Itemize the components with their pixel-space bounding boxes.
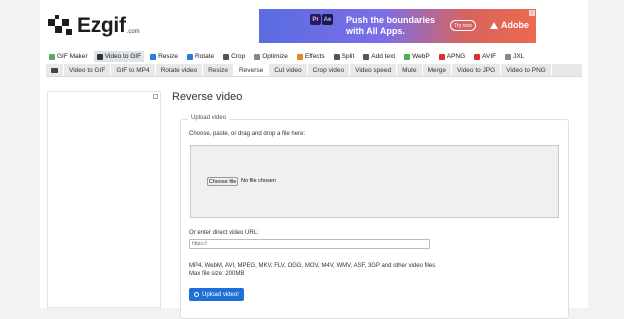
main-nav-effects[interactable]: Effects xyxy=(294,51,328,62)
adobe-logo-icon xyxy=(490,21,498,29)
ad-headline-line2: with All Apps. xyxy=(346,26,405,36)
main-nav: GIF Maker Video to GIF Resize Rotate Crop Opt… xyxy=(46,50,582,63)
avif-icon xyxy=(474,53,481,60)
main-nav-label: Video to GIF xyxy=(104,53,142,60)
sub-nav-cut-video[interactable]: Cut video xyxy=(269,64,308,76)
ad-cta-button[interactable]: Try now xyxy=(450,20,476,31)
video-camera-icon xyxy=(46,64,64,76)
main-nav-label: Effects xyxy=(304,53,325,60)
file-status: No file chosen xyxy=(241,178,276,184)
split-icon xyxy=(333,53,340,60)
main-nav-label: Crop xyxy=(231,53,246,60)
sub-nav-video-speed[interactable]: Video speed xyxy=(350,64,398,76)
sub-nav-merge[interactable]: Merge xyxy=(423,64,453,76)
optimize-icon xyxy=(254,53,261,60)
sub-nav: Video to GIF GIF to MP4 Rotate video Resize… xyxy=(46,64,582,77)
crop-icon xyxy=(223,53,230,60)
max-file-size: Max file size: 200MB xyxy=(189,271,245,277)
sub-nav-gif-to-mp4[interactable]: GIF to MP4 xyxy=(111,64,156,76)
main-nav-label: JXL xyxy=(513,53,525,60)
main-nav-label: Resize xyxy=(158,53,178,60)
sub-nav-video-to-jpg[interactable]: Video to JPG xyxy=(452,64,502,76)
choose-file-label: Choose, paste, or drag and drop a file h… xyxy=(189,131,306,137)
main-nav-rotate[interactable]: Rotate xyxy=(184,51,217,62)
sub-nav-resize[interactable]: Resize xyxy=(203,64,234,76)
gif-maker-icon xyxy=(49,53,55,60)
main-nav-label: AVIF xyxy=(482,53,497,60)
logo-text: Ezgif xyxy=(77,14,126,37)
main-nav-optimize[interactable]: Optimize xyxy=(251,51,291,62)
main-nav-label: Add text xyxy=(371,53,396,60)
ad-brand: Adobe xyxy=(490,20,529,30)
main-nav-webp[interactable]: WebP xyxy=(401,51,433,62)
ad-headline-line1: Push the boundaries xyxy=(346,15,436,25)
sub-nav-crop-video[interactable]: Crop video xyxy=(308,64,351,76)
apng-icon xyxy=(438,53,445,60)
choose-file-button[interactable]: Choose file xyxy=(207,177,238,186)
url-label: Or enter direct video URL: xyxy=(189,230,259,236)
main-nav-add-text[interactable]: Add text xyxy=(360,51,398,62)
main-nav-label: Split xyxy=(341,53,355,60)
sub-nav-rotate-video[interactable]: Rotate video xyxy=(156,64,204,76)
main-nav-label: Rotate xyxy=(194,53,215,60)
ad-info-icon[interactable]: i xyxy=(529,10,535,16)
formats-line: MP4, WebM, AVI, MPEG, MKV, FLV, OGG, MOV… xyxy=(189,263,436,269)
ad-choices-icon[interactable] xyxy=(153,94,158,99)
upload-legend: Upload video xyxy=(188,115,230,121)
main-nav-video-to-gif[interactable]: Video to GIF xyxy=(93,51,145,62)
resize-icon xyxy=(150,53,157,60)
main-nav-split[interactable]: Split xyxy=(331,51,358,62)
page-title: Reverse video xyxy=(172,91,243,103)
video-url-input[interactable] xyxy=(189,239,430,249)
main-nav-resize[interactable]: Resize xyxy=(147,51,181,62)
sidebar-ad[interactable] xyxy=(47,91,161,308)
video-icon xyxy=(96,53,103,60)
main-nav-gif-maker[interactable]: GIF Maker xyxy=(46,51,91,62)
sub-nav-reverse[interactable]: Reverse xyxy=(233,64,270,76)
sub-nav-mute[interactable]: Mute xyxy=(397,64,423,76)
ad-banner[interactable]: Pr Ae Push the boundaries with All Apps.… xyxy=(259,9,536,43)
ad-brand-label: Adobe xyxy=(501,20,529,30)
effects-icon xyxy=(296,53,303,60)
upload-video-button[interactable]: Upload video! xyxy=(189,288,244,301)
jxl-icon xyxy=(505,53,512,60)
add-text-icon xyxy=(363,53,370,60)
main-nav-crop[interactable]: Crop xyxy=(220,51,248,62)
main-nav-jxl[interactable]: JXL xyxy=(502,51,527,62)
main-nav-apng[interactable]: APNG xyxy=(436,51,468,62)
premiere-badge-icon: Pr xyxy=(310,14,321,25)
webp-icon xyxy=(404,53,411,60)
ezgif-logo-icon xyxy=(48,15,72,35)
main-nav-avif[interactable]: AVIF xyxy=(471,51,499,62)
main-nav-label: WebP xyxy=(412,53,430,60)
main-nav-label: GIF Maker xyxy=(57,53,88,60)
main-nav-label: APNG xyxy=(446,53,466,60)
upload-button-label: Upload video! xyxy=(202,291,239,298)
supported-formats: MP4, WebM, AVI, MPEG, MKV, FLV, OGG, MOV… xyxy=(189,262,435,278)
ad-headline: Push the boundaries with All Apps. xyxy=(346,15,456,37)
page: Ezgif .com Pr Ae Push the boundaries wit… xyxy=(0,0,624,319)
rotate-icon xyxy=(186,53,193,60)
logo-tld: .com xyxy=(126,29,140,35)
main-nav-label: Optimize xyxy=(262,53,288,60)
sub-nav-video-to-gif[interactable]: Video to GIF xyxy=(64,64,112,76)
sub-nav-video-to-png[interactable]: Video to PNG xyxy=(501,64,552,76)
after-effects-badge-icon: Ae xyxy=(322,14,333,25)
site-logo[interactable]: Ezgif .com xyxy=(48,14,140,38)
upload-icon xyxy=(194,292,200,297)
